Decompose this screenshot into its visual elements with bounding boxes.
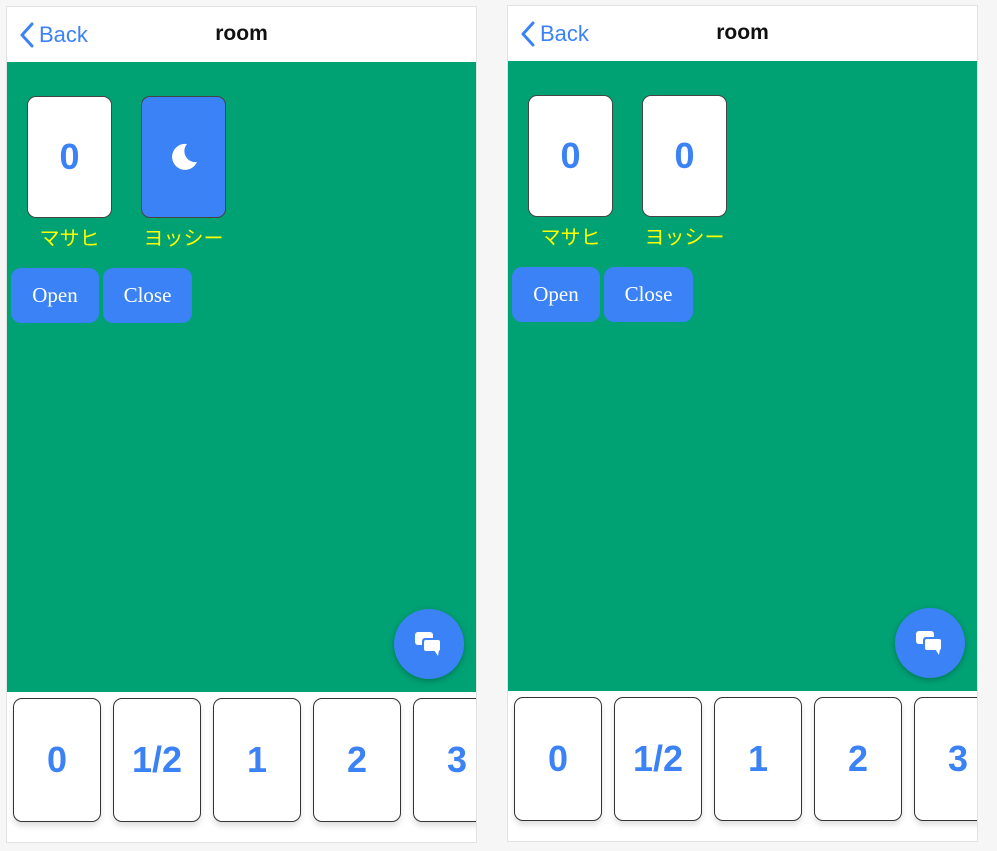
- hand-card[interactable]: 2: [313, 698, 401, 822]
- hand-card[interactable]: 1/2: [113, 698, 201, 822]
- chat-button[interactable]: [895, 608, 965, 678]
- room-screen-right: Back room 0 マサヒ 0 ヨッシー Open Close 0 1/2 …: [507, 5, 978, 842]
- player-card-value: 0: [560, 135, 581, 176]
- hand-card-value: 1: [246, 739, 268, 780]
- open-button[interactable]: Open: [11, 268, 99, 323]
- player-name: ヨッシー: [143, 228, 224, 250]
- poker-table: 0 マサヒ 0 ヨッシー Open Close: [508, 61, 977, 691]
- hand-card-value: 2: [847, 738, 869, 779]
- hand-card[interactable]: 1: [213, 698, 301, 822]
- open-button[interactable]: Open: [512, 267, 600, 322]
- moon-icon: [171, 143, 197, 170]
- header: Back room: [508, 6, 977, 61]
- player-card-masahi: 0: [27, 96, 112, 218]
- close-button[interactable]: Close: [604, 267, 693, 322]
- player-card-yosshi: 0: [642, 95, 727, 217]
- player-card-value: 0: [674, 135, 695, 176]
- hand-card-value: 0: [547, 738, 569, 779]
- page-title: room: [716, 21, 769, 44]
- player-card-value: 0: [59, 136, 80, 177]
- chat-bubbles-icon: [415, 632, 441, 656]
- hand-card[interactable]: 0: [13, 698, 101, 822]
- hand-cards: 0 1/2 1 2 3: [508, 691, 977, 841]
- header: Back room: [7, 7, 476, 62]
- hand-card-value: 3: [947, 738, 969, 779]
- close-button[interactable]: Close: [103, 268, 192, 323]
- hand-card-value: 0: [46, 739, 68, 780]
- hand-card-value: 1/2: [632, 738, 684, 779]
- hand-card[interactable]: 3: [413, 698, 476, 822]
- player-name: ヨッシー: [644, 227, 725, 249]
- hand-card[interactable]: 2: [814, 697, 902, 821]
- page-title: room: [215, 22, 268, 45]
- hand-card-value: 1: [747, 738, 769, 779]
- poker-table: 0 マサヒ ヨッシー Open Close: [7, 62, 476, 692]
- hand-card-value: 1/2: [131, 739, 183, 780]
- chat-bubbles-icon: [916, 631, 942, 655]
- hand-card-value: 3: [446, 739, 468, 780]
- hand-card[interactable]: 1/2: [614, 697, 702, 821]
- player-name: マサヒ: [540, 227, 601, 249]
- player-name: マサヒ: [39, 228, 100, 250]
- chat-button[interactable]: [394, 609, 464, 679]
- player-card-yosshi: [141, 96, 226, 218]
- hand-card[interactable]: 0: [514, 697, 602, 821]
- hand-card[interactable]: 3: [914, 697, 977, 821]
- room-screen-left: Back room 0 マサヒ ヨッシー Open Close 0 1/2 1 …: [6, 6, 477, 843]
- hand-cards: 0 1/2 1 2 3: [7, 692, 476, 842]
- hand-card-value: 2: [346, 739, 368, 780]
- player-card-masahi: 0: [528, 95, 613, 217]
- hand-card[interactable]: 1: [714, 697, 802, 821]
